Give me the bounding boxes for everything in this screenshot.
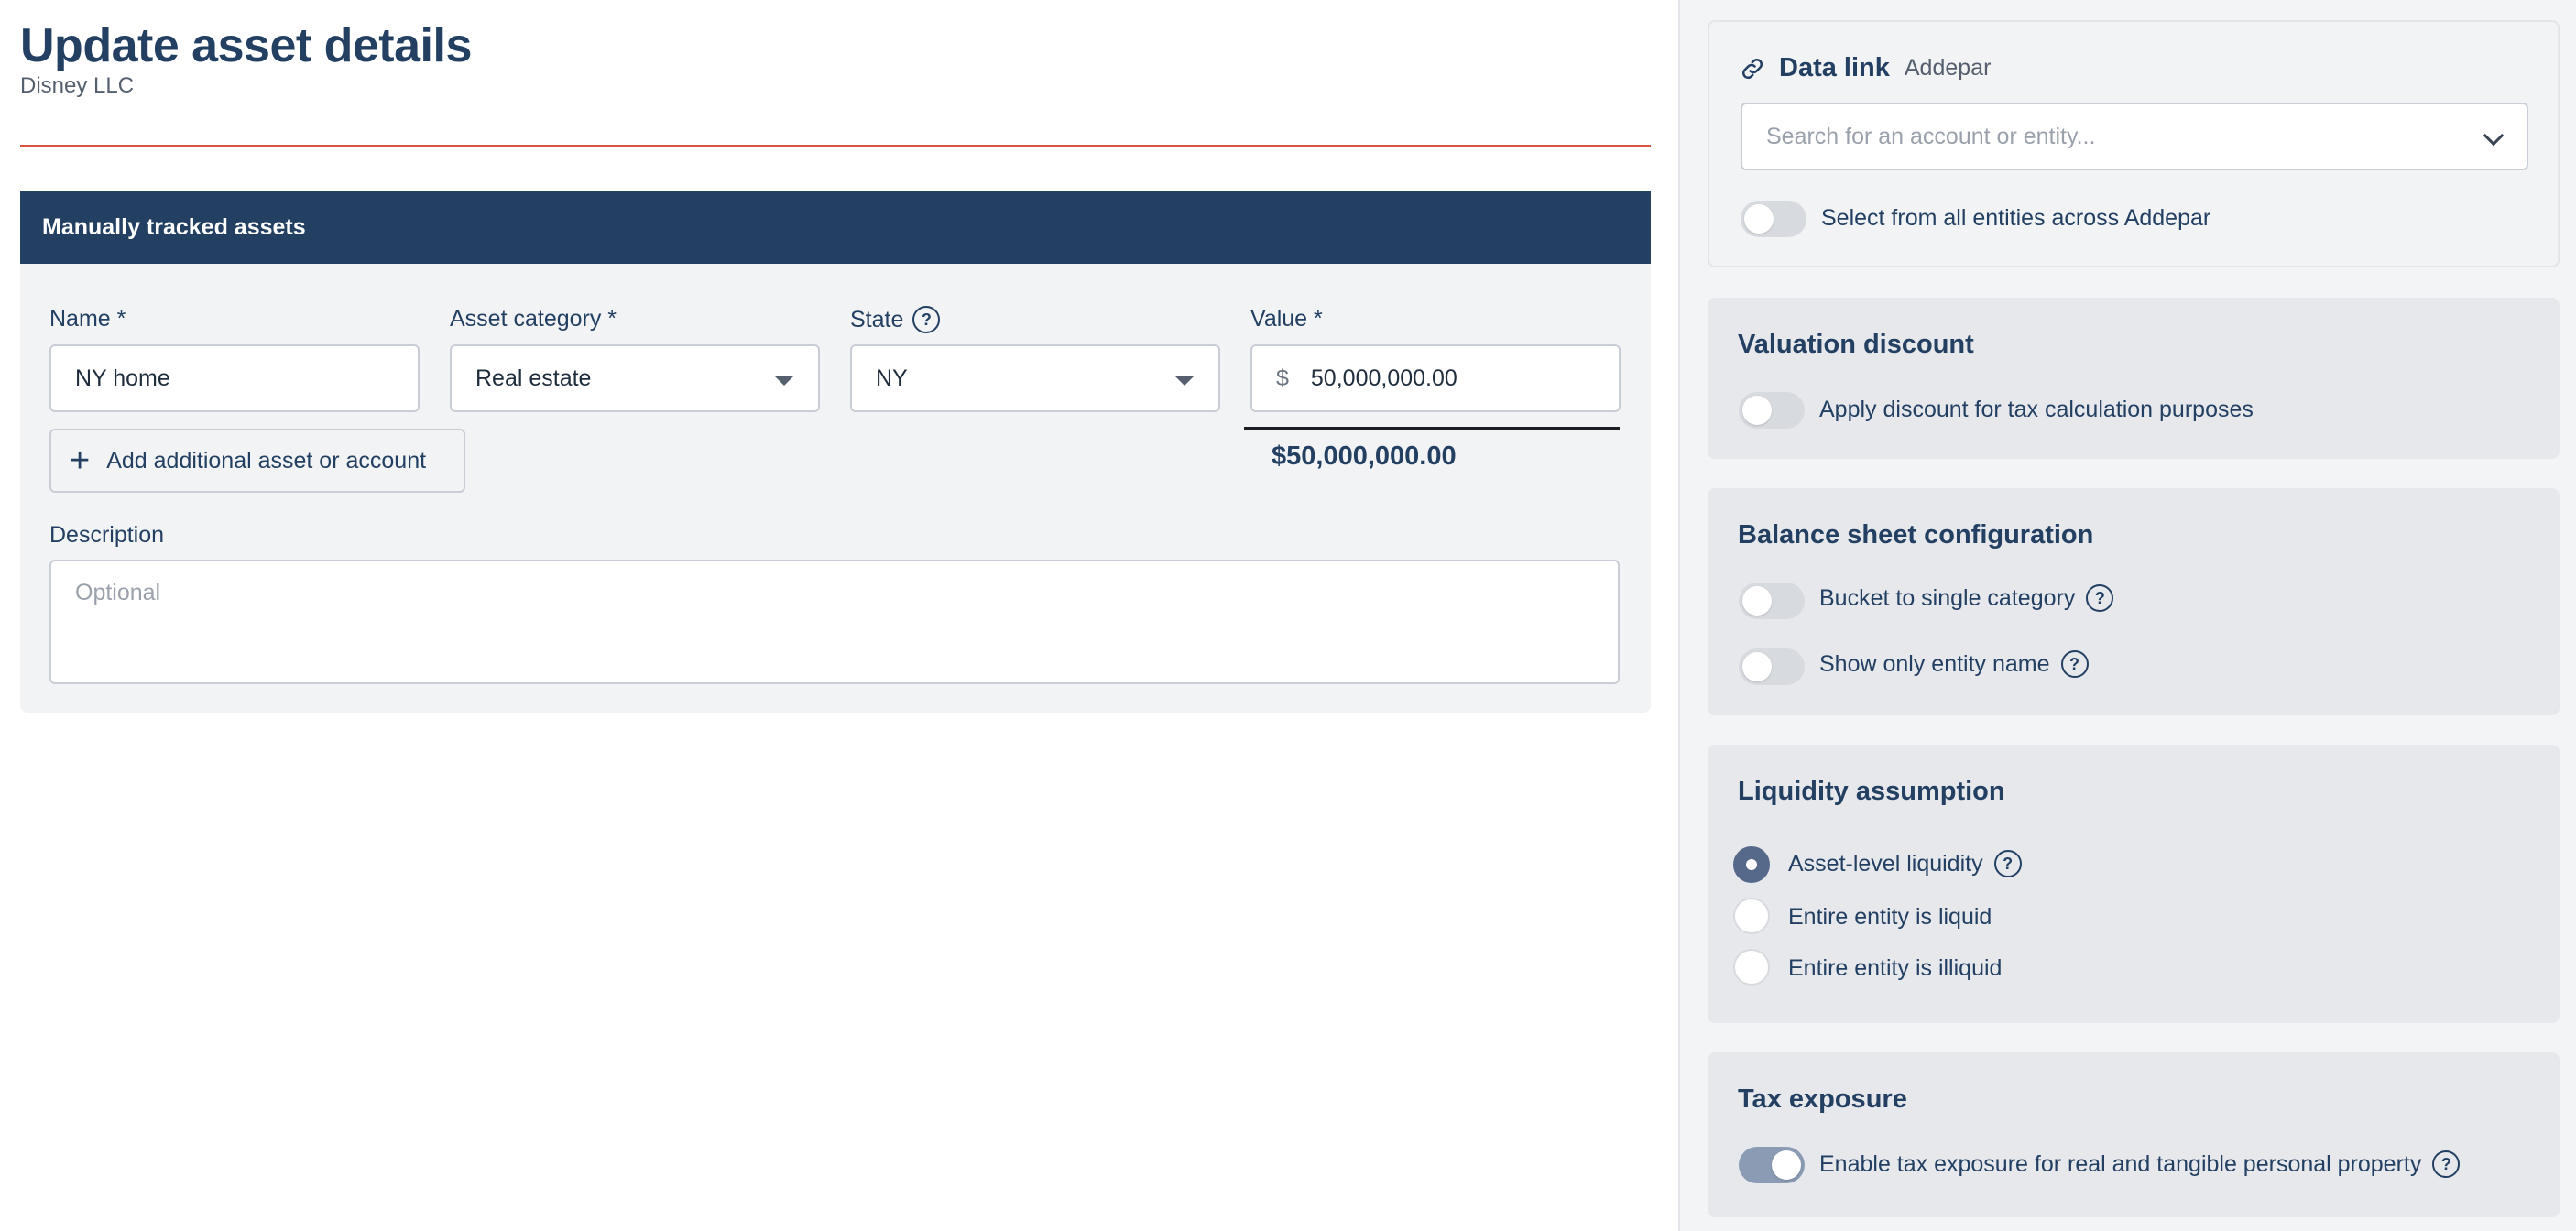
- bucket-category-label-text: Bucket to single category: [1819, 584, 2076, 611]
- valuation-discount-toggle[interactable]: [1739, 392, 1805, 429]
- chevron-down-icon: [2483, 125, 2505, 147]
- asset-category-label-text: Asset category *: [450, 306, 617, 332]
- value-label-text: Value *: [1250, 306, 1323, 332]
- plus-icon: +: [70, 441, 91, 480]
- asset-category-value: Real estate: [475, 365, 592, 391]
- name-label-text: Name *: [49, 306, 126, 332]
- tax-exposure-toggle[interactable]: [1739, 1147, 1805, 1183]
- tax-exposure-title: Tax exposure: [1738, 1084, 1907, 1114]
- question-circle-icon[interactable]: ?: [1993, 850, 2022, 877]
- radio-asset-level[interactable]: [1733, 846, 1770, 883]
- bucket-category-label: Bucket to single category ?: [1819, 584, 2114, 612]
- link-icon: [1741, 58, 1763, 79]
- add-asset-button[interactable]: + Add additional asset or account: [49, 429, 465, 493]
- entity-illiquid-label-text: Entire entity is illiquid: [1788, 955, 2003, 981]
- tax-exposure-label-text: Enable tax exposure for real and tangibl…: [1819, 1150, 2422, 1177]
- page-subtitle: Disney LLC: [20, 73, 135, 98]
- all-entities-toggle[interactable]: [1741, 201, 1806, 237]
- section-header-label: Manually tracked assets: [42, 213, 306, 240]
- total-divider: [1244, 427, 1620, 430]
- section-header: Manually tracked assets: [20, 191, 1651, 264]
- entity-liquid-label: Entire entity is liquid: [1788, 904, 1992, 931]
- page-title: Update asset details: [20, 19, 472, 72]
- state-value: NY: [876, 365, 908, 391]
- data-link-title-text: Data link: [1779, 53, 1890, 82]
- valuation-discount-title: Valuation discount: [1738, 330, 1974, 359]
- valuation-discount-label: Apply discount for tax calculation purpo…: [1819, 397, 2254, 423]
- question-circle-icon[interactable]: ?: [2060, 650, 2089, 678]
- value-amount: 50,000,000.00: [1310, 365, 1457, 391]
- currency-symbol: $: [1276, 365, 1289, 391]
- main-form-area: Update asset details Disney LLC Manually…: [0, 0, 1678, 1231]
- entity-search-placeholder: Search for an account or entity...: [1766, 123, 2096, 149]
- entity-name-toggle[interactable]: [1739, 648, 1805, 685]
- entity-liquid-label-text: Entire entity is liquid: [1788, 904, 1992, 930]
- state-label-text: State: [850, 306, 904, 332]
- name-input[interactable]: NY home: [49, 344, 420, 412]
- asset-category-label: Asset category *: [450, 306, 617, 332]
- state-label: State ?: [850, 306, 941, 333]
- entity-search-select[interactable]: Search for an account or entity...: [1741, 103, 2528, 170]
- description-placeholder: Optional: [75, 580, 161, 605]
- data-link-title: Data link Addepar: [1739, 53, 1991, 83]
- balance-sheet-title: Balance sheet configuration: [1738, 520, 2094, 550]
- asset-level-label-text: Asset-level liquidity: [1788, 850, 1983, 877]
- liquidity-title: Liquidity assumption: [1738, 777, 2005, 806]
- valuation-discount-card: [1708, 298, 2560, 459]
- caret-down-icon: [1174, 376, 1195, 386]
- tax-exposure-label: Enable tax exposure for real and tangibl…: [1819, 1150, 2461, 1178]
- radio-entity-liquid[interactable]: [1733, 898, 1770, 934]
- data-link-source: Addepar: [1904, 55, 1992, 81]
- bucket-category-toggle[interactable]: [1739, 583, 1805, 619]
- question-circle-icon[interactable]: ?: [912, 306, 941, 333]
- caret-down-icon: [774, 376, 794, 386]
- question-circle-icon[interactable]: ?: [2432, 1150, 2461, 1178]
- radio-entity-illiquid[interactable]: [1733, 949, 1770, 986]
- all-entities-label: Select from all entities across Addepar: [1821, 205, 2210, 232]
- value-label: Value *: [1250, 306, 1323, 332]
- asset-level-label: Asset-level liquidity ?: [1788, 850, 2022, 877]
- entity-illiquid-label: Entire entity is illiquid: [1788, 955, 2002, 982]
- value-input[interactable]: $ 50,000,000.00: [1250, 344, 1621, 412]
- title-divider: [20, 145, 1651, 147]
- description-textarea[interactable]: Optional: [49, 560, 1620, 684]
- state-select[interactable]: NY: [850, 344, 1220, 412]
- name-label: Name *: [49, 306, 126, 332]
- entity-name-label-text: Show only entity name: [1819, 650, 2050, 677]
- asset-category-select[interactable]: Real estate: [450, 344, 820, 412]
- name-input-value: NY home: [75, 365, 170, 391]
- valuation-discount-label-text: Apply discount for tax calculation purpo…: [1819, 397, 2254, 422]
- description-label: Description: [49, 522, 164, 549]
- add-asset-button-label: Add additional asset or account: [106, 447, 427, 474]
- question-circle-icon[interactable]: ?: [2086, 584, 2114, 612]
- tax-exposure-card: [1708, 1052, 2560, 1217]
- description-label-text: Description: [49, 522, 165, 548]
- all-entities-label-text: Select from all entities across Addepar: [1821, 205, 2211, 231]
- entity-name-label: Show only entity name ?: [1819, 650, 2089, 678]
- value-total: $50,000,000.00: [1272, 441, 1457, 471]
